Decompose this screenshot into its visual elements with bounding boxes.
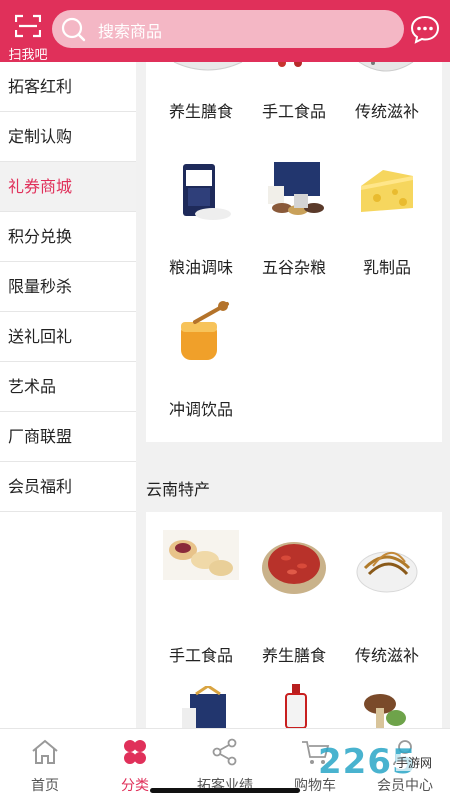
scan-button[interactable]: 扫我吧 (4, 10, 50, 63)
sidebar-item-jifen-duihuan[interactable]: 积分兑换 (0, 212, 136, 262)
honey-jar-icon (181, 301, 229, 360)
cheese-icon (361, 170, 413, 212)
category-label: 手工食品 (261, 102, 326, 121)
category-item[interactable]: 养生膳食 (245, 528, 343, 666)
search-input[interactable]: 搜索商品 (52, 10, 404, 48)
sidebar-item-dingzhi-rengou[interactable]: 定制认购 (0, 112, 136, 162)
home-indicator (150, 788, 300, 793)
user-icon (393, 740, 417, 766)
category-item[interactable]: 传统滋补 (338, 96, 436, 122)
sidebar-item-changshang-lianmeng[interactable]: 厂商联盟 (0, 412, 136, 462)
tonic-icon (358, 62, 414, 72)
sidebar-item-huiyuan-fuli[interactable]: 会员福利 (0, 462, 136, 512)
cordyceps-icon (356, 551, 418, 593)
category-label: 养生膳食 (261, 646, 326, 665)
flower-cake-icon (163, 530, 239, 580)
category-item[interactable]: 冲调饮品 (152, 300, 250, 420)
category-item[interactable]: 手工食品 (152, 528, 250, 666)
sidebar-item-xianliang-miaosha[interactable]: 限量秒杀 (0, 262, 136, 312)
liquor-bottle-icon (285, 684, 307, 728)
category-label: 冲调饮品 (168, 400, 233, 419)
share-icon (212, 738, 237, 766)
category-item[interactable]: 五谷杂粮 (245, 158, 343, 278)
giftbox-icon (182, 686, 226, 728)
tab-label: 会员中心 (377, 778, 433, 794)
home-icon (32, 739, 58, 764)
goji-bowl-icon (262, 542, 326, 594)
mushroom-icon (364, 694, 406, 728)
category-icon (124, 740, 146, 764)
category-item[interactable]: 粮油调味 (152, 158, 250, 278)
rice-bag-icon (183, 164, 231, 220)
category-card: 养生膳食 手工食品 传统滋补 粮油调味 五谷杂粮 乳制品 冲调饮品 (146, 62, 442, 442)
category-item[interactable]: 乳制品 (338, 158, 436, 278)
handmade-food-icon (278, 62, 302, 67)
category-sidebar: 拓客红利 定制认购 礼券商城 积分兑换 限量秒杀 送礼回礼 艺术品 厂商联盟 会… (0, 62, 136, 728)
category-label: 传统滋补 (354, 102, 419, 121)
sidebar-item-tuoke-hongli[interactable]: 拓客红利 (0, 62, 136, 112)
search-icon (61, 17, 86, 42)
category-item[interactable]: 手工食品 (245, 96, 343, 122)
sidebar-item-yishupin[interactable]: 艺术品 (0, 362, 136, 412)
sidebar-item-liquan-shangcheng[interactable]: 礼券商城 (0, 162, 136, 212)
category-label: 粮油调味 (168, 258, 233, 277)
category-label: 养生膳食 (168, 102, 233, 121)
category-label: 手工食品 (168, 646, 233, 665)
category-item[interactable]: 传统滋补 (338, 528, 436, 666)
tab-label: 首页 (31, 778, 59, 794)
section-title: 云南特产 (146, 480, 211, 499)
scan-icon (15, 14, 41, 38)
app-header: 扫我吧 搜索商品 (0, 0, 450, 63)
search-placeholder: 搜索商品 (98, 22, 163, 41)
cart-icon (302, 741, 330, 764)
category-label: 乳制品 (362, 258, 411, 277)
scan-label: 扫我吧 (8, 48, 48, 63)
tab-member-center[interactable]: 会员中心 (360, 729, 450, 800)
sidebar-item-songli-huili[interactable]: 送礼回礼 (0, 312, 136, 362)
grain-giftbox-icon (268, 162, 324, 215)
yunnan-card: 手工食品 养生膳食 传统滋补 (146, 512, 442, 728)
category-label: 传统滋补 (354, 646, 419, 665)
category-item[interactable]: 养生膳食 (152, 96, 250, 122)
food-bowl-icon (173, 62, 243, 71)
tab-home[interactable]: 首页 (0, 729, 90, 800)
category-label: 五谷杂粮 (261, 258, 326, 277)
message-icon[interactable] (410, 14, 440, 44)
